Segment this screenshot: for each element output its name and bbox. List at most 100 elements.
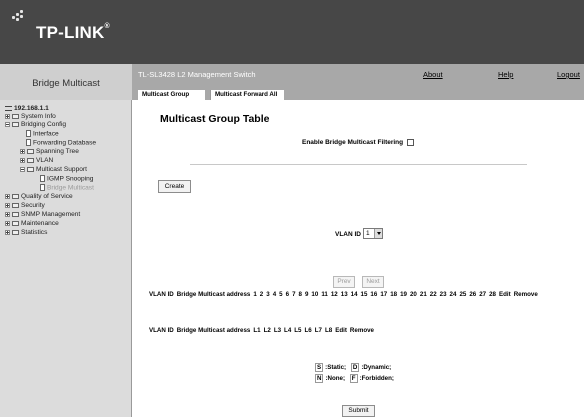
expand-icon[interactable] xyxy=(20,148,25,154)
lag-header-col: VLAN ID xyxy=(149,327,174,334)
tree-item-statistics[interactable]: Statistics xyxy=(5,229,47,236)
next-button[interactable]: Next xyxy=(362,276,384,288)
page-icon xyxy=(40,184,45,191)
ports-header-col: 9 xyxy=(304,291,309,298)
enable-filtering-checkbox[interactable] xyxy=(407,139,414,146)
lag-header-col: Bridge Multicast address xyxy=(176,327,251,334)
ports-header-col: 3 xyxy=(266,291,270,298)
divider xyxy=(190,164,527,165)
page-icon xyxy=(40,175,45,182)
lag-header-col: L2 xyxy=(263,327,271,334)
lag-header-col: L8 xyxy=(324,327,333,334)
expand-icon[interactable] xyxy=(5,211,10,217)
help-link[interactable]: Help xyxy=(498,70,513,79)
tree-item-igmp-snooping[interactable]: IGMP Snooping xyxy=(40,175,93,182)
tree-item-bridging-config[interactable]: Bridging Config xyxy=(5,121,66,128)
expand-icon[interactable] xyxy=(5,202,10,208)
ports-header-col: 21 xyxy=(419,291,427,298)
ports-header-col: 19 xyxy=(400,291,407,298)
tree-item-forwarding-database[interactable]: Forwarding Database xyxy=(26,139,96,146)
ports-header-col: 26 xyxy=(469,291,477,298)
logout-link[interactable]: Logout xyxy=(557,70,580,79)
ports-header-col: 4 xyxy=(272,291,277,298)
legend-row-1: S:Static; D:Dynamic; xyxy=(315,363,391,372)
tree-item-label: IGMP Snooping xyxy=(47,175,94,183)
expand-icon[interactable] xyxy=(5,193,10,199)
lag-header-col: L5 xyxy=(294,327,302,334)
sidebar-title-text: Bridge Multicast xyxy=(32,78,100,89)
ports-header-col: 16 xyxy=(370,291,378,298)
ports-header-col: Remove xyxy=(513,291,538,298)
create-button[interactable]: Create xyxy=(158,180,191,193)
top-header: TP-LINK® xyxy=(0,0,584,64)
about-link[interactable]: About xyxy=(423,70,443,79)
legend-row-2: N:None; F:Forbidden; xyxy=(315,374,394,383)
lag-header-col: Remove xyxy=(349,327,374,334)
ports-header-col: 2 xyxy=(259,291,264,298)
ports-header-col: 27 xyxy=(479,291,487,298)
sidebar-title: Bridge Multicast xyxy=(0,64,132,100)
ports-header-col: 18 xyxy=(390,291,398,298)
vlan-id-label: VLAN ID xyxy=(335,231,361,238)
vlan-id-select[interactable]: 1 xyxy=(363,228,383,239)
expand-icon[interactable] xyxy=(5,220,10,226)
ports-header-col: 8 xyxy=(298,291,302,298)
tree-item-bridge-multicast[interactable]: Bridge Multicast xyxy=(40,184,94,191)
tree-item-label: Security xyxy=(21,202,45,209)
collapse-icon[interactable] xyxy=(20,166,25,172)
folder-icon xyxy=(27,157,34,163)
folder-icon xyxy=(12,220,19,226)
tree-item-vlan[interactable]: VLAN xyxy=(20,157,53,164)
tab-multicast-group[interactable]: Multicast Group xyxy=(138,90,205,100)
tree-item-label: Spanning Tree xyxy=(36,148,79,155)
folder-icon xyxy=(12,193,19,199)
tree-item-label: VLAN xyxy=(36,157,54,164)
page-icon xyxy=(26,139,31,146)
tab-multicast-forward-all[interactable]: Multicast Forward All xyxy=(210,90,284,100)
ports-header-col: 28 xyxy=(489,291,496,298)
prev-button[interactable]: Prev xyxy=(333,276,355,288)
ports-header-col: 12 xyxy=(330,291,338,298)
tree-item-label: Bridging Config xyxy=(21,121,67,128)
tree-item-snmp-management[interactable]: SNMP Management xyxy=(5,211,80,218)
lag-header-col: L1 xyxy=(253,327,261,334)
ports-header-col: 22 xyxy=(429,291,437,298)
tree-item-interface[interactable]: Interface xyxy=(26,130,59,137)
page-title: Multicast Group Table xyxy=(160,113,270,125)
legend-text-none: :None; xyxy=(325,375,346,382)
tree-item-multicast-support[interactable]: Multicast Support xyxy=(20,166,87,173)
ports-header-col: Bridge Multicast address xyxy=(176,291,251,298)
tree-item-label: Statistics xyxy=(21,229,48,236)
folder-icon xyxy=(12,202,19,208)
ports-header-col: 24 xyxy=(449,291,457,298)
expand-icon[interactable] xyxy=(20,157,25,163)
collapse-icon[interactable] xyxy=(5,121,10,127)
vlan-id-value: 1 xyxy=(366,230,370,237)
folder-icon xyxy=(12,229,19,235)
tree-root-label: 192.168.1.1 xyxy=(14,105,49,112)
legend-text-forbidden: :Forbidden; xyxy=(359,375,394,382)
submit-button[interactable]: Submit xyxy=(342,405,375,417)
ports-header-col: 25 xyxy=(459,291,467,298)
ports-header-col: 10 xyxy=(311,291,319,298)
tree-root[interactable]: 192.168.1.1 xyxy=(5,105,49,112)
filter-label: Enable Bridge Multicast Filtering xyxy=(302,139,404,146)
ports-header-col: 7 xyxy=(292,291,296,298)
ports-header-col: 20 xyxy=(409,291,417,298)
tree-item-spanning-tree[interactable]: Spanning Tree xyxy=(20,148,79,155)
tree-item-security[interactable]: Security xyxy=(5,202,45,209)
expand-icon[interactable] xyxy=(5,229,10,235)
legend-text-static: :Static; xyxy=(325,364,347,371)
chevron-down-icon[interactable] xyxy=(374,229,382,238)
lag-header-col: L6 xyxy=(304,327,312,334)
tree-item-quality-of-service[interactable]: Quality of Service xyxy=(5,193,73,200)
tree-item-maintenance[interactable]: Maintenance xyxy=(5,220,59,227)
tree-item-system-info[interactable]: System Info xyxy=(5,113,56,120)
ports-header-col: 11 xyxy=(321,291,328,298)
legend-text-dynamic: :Dynamic; xyxy=(361,364,392,371)
tree-item-label: Interface xyxy=(33,130,59,138)
legend-key-static: S xyxy=(315,363,324,372)
expand-icon[interactable] xyxy=(5,113,10,119)
lag-header-col: L7 xyxy=(314,327,322,334)
lag-header-col: L4 xyxy=(284,327,292,334)
